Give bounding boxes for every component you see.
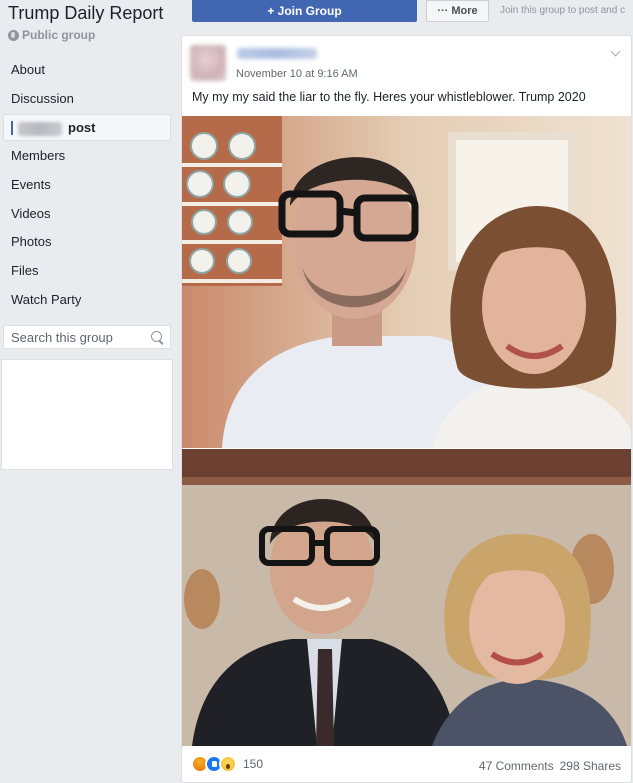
sidebar-item-watch-party[interactable]: Watch Party <box>3 286 171 315</box>
group-privacy-label: Public group <box>22 28 96 42</box>
more-button[interactable]: ··· More <box>426 0 489 22</box>
redacted-name <box>18 121 62 136</box>
chevron-down-icon[interactable] <box>610 46 621 57</box>
avatar[interactable] <box>190 45 226 81</box>
sidebar-item-discussion[interactable]: Discussion <box>3 85 171 114</box>
photo-bottom-illustration <box>182 449 631 746</box>
post-timestamp[interactable]: November 10 at 9:16 AM <box>236 68 358 80</box>
sidebar-item-videos[interactable]: Videos <box>3 200 171 229</box>
group-nav: About Discussion post Members Events Vid… <box>3 56 171 315</box>
globe-icon <box>8 29 19 41</box>
reactions-summary[interactable]: 150 <box>191 755 263 773</box>
join-hint-text: Join this group to post and c <box>500 5 626 16</box>
sidebar-empty-panel <box>1 359 173 470</box>
sidebar-item-files[interactable]: Files <box>3 257 171 286</box>
comments-count-link[interactable]: 47 Comments <box>479 759 554 773</box>
post-photo-bottom[interactable] <box>182 449 631 746</box>
redacted-author-name[interactable] <box>237 48 317 59</box>
sidebar-item-events[interactable]: Events <box>3 171 171 200</box>
group-title[interactable]: Trump Daily Report <box>8 3 163 24</box>
sidebar-item-post[interactable]: post <box>3 114 171 142</box>
post-photo-top[interactable] <box>182 116 631 448</box>
search-input[interactable] <box>4 326 144 348</box>
post-card: November 10 at 9:16 AM My my my said the… <box>181 35 632 783</box>
sidebar-item-members[interactable]: Members <box>3 142 171 171</box>
group-privacy: Public group <box>8 28 95 42</box>
group-search <box>3 325 171 349</box>
sidebar-item-post-label: post <box>68 120 96 136</box>
reaction-count: 150 <box>243 757 264 771</box>
join-group-button[interactable]: + Join Group <box>192 0 417 22</box>
sidebar-item-photos[interactable]: Photos <box>3 228 171 257</box>
post-footer: 150 47 Comments 298 Shares <box>182 746 631 782</box>
search-icon[interactable] <box>151 331 162 342</box>
photo-top-illustration <box>182 116 631 448</box>
group-sidebar: Trump Daily Report Public group About Di… <box>0 0 180 783</box>
post-text: My my my said the liar to the fly. Heres… <box>192 90 586 104</box>
active-indicator <box>11 121 13 136</box>
post-stats: 47 Comments 298 Shares <box>479 759 621 773</box>
sidebar-item-about[interactable]: About <box>3 56 171 85</box>
wow-reaction-icon <box>219 755 237 773</box>
shares-count-link[interactable]: 298 Shares <box>560 759 621 773</box>
